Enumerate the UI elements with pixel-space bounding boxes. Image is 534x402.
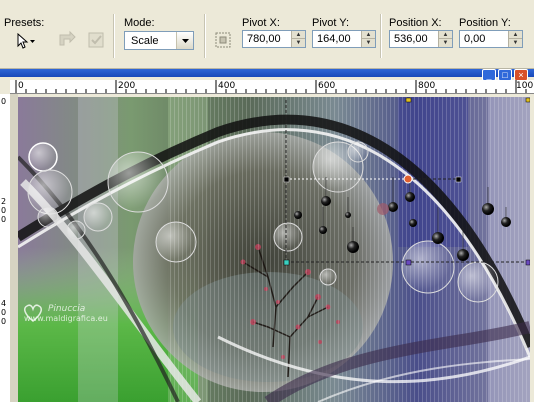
ruler-label: 2 xyxy=(1,197,7,206)
mode-label: Mode: xyxy=(124,17,155,29)
apply-icon[interactable] xyxy=(85,29,107,51)
spin-arrows-icon[interactable]: ▲ ▼ xyxy=(291,31,305,47)
image-canvas[interactable]: Pinuccia www.maldigrafica.eu xyxy=(18,97,530,402)
pivot-y-value: 164,00 xyxy=(317,33,351,45)
pivot-x-label: Pivot X: xyxy=(242,17,280,29)
pivot-y-field[interactable]: 164,00 ▲ ▼ xyxy=(312,30,376,48)
toolbar-separator xyxy=(204,14,206,58)
pivot-x-field[interactable]: 780,00 ▲ ▼ xyxy=(242,30,306,48)
mode-dropdown[interactable]: Scale xyxy=(124,31,194,50)
heart-logo-icon xyxy=(24,304,42,322)
ruler-label: 0 xyxy=(1,206,7,215)
ruler-label: 0 xyxy=(1,215,7,224)
image-window-titlebar xyxy=(0,69,534,77)
position-x-label: Position X: xyxy=(389,17,442,29)
ruler-label: 400 xyxy=(218,81,236,91)
spin-arrows-icon[interactable]: ▲ ▼ xyxy=(438,31,452,47)
position-x-field[interactable]: 536,00 ▲ ▼ xyxy=(389,30,453,48)
ruler-label: 600 xyxy=(318,81,336,91)
chevron-down-icon xyxy=(176,32,193,49)
tool-options-bar: Presets: Mode: Scale Pivot X: 780,00 ▲ ▼ … xyxy=(0,0,534,69)
pivot-icon[interactable] xyxy=(214,31,232,49)
ruler-label: 0 xyxy=(18,81,24,91)
ruler-label: 0 xyxy=(1,317,7,326)
position-y-value: 0,00 xyxy=(464,33,486,45)
horizontal-ruler: 0 200 400 600 800 100 xyxy=(10,80,534,94)
spin-arrows-icon[interactable]: ▲ ▼ xyxy=(361,31,375,47)
ruler-label: 200 xyxy=(118,81,136,91)
position-y-label: Position Y: xyxy=(459,17,511,29)
ruler-label: 4 xyxy=(1,299,7,308)
presets-button[interactable] xyxy=(10,30,42,52)
toolbar-separator xyxy=(380,14,382,58)
ruler-label: 100 xyxy=(516,81,534,91)
pointer-arrow-icon xyxy=(17,33,35,49)
presets-label: Presets: xyxy=(4,17,45,29)
pivot-x-value: 780,00 xyxy=(247,33,281,45)
spin-arrows-icon[interactable]: ▲ ▼ xyxy=(508,31,522,47)
position-x-value: 536,00 xyxy=(394,33,428,45)
reset-icon[interactable] xyxy=(56,29,78,51)
canvas-margin xyxy=(10,94,18,402)
mode-value: Scale xyxy=(131,35,159,47)
toolbar-separator xyxy=(113,14,115,58)
position-y-field[interactable]: 0,00 ▲ ▼ xyxy=(459,30,523,48)
pivot-y-label: Pivot Y: xyxy=(312,17,350,29)
ruler-label: 0 xyxy=(1,308,7,317)
ruler-label: 0 xyxy=(1,97,7,106)
artwork-image xyxy=(18,97,530,402)
ruler-label: 800 xyxy=(418,81,436,91)
